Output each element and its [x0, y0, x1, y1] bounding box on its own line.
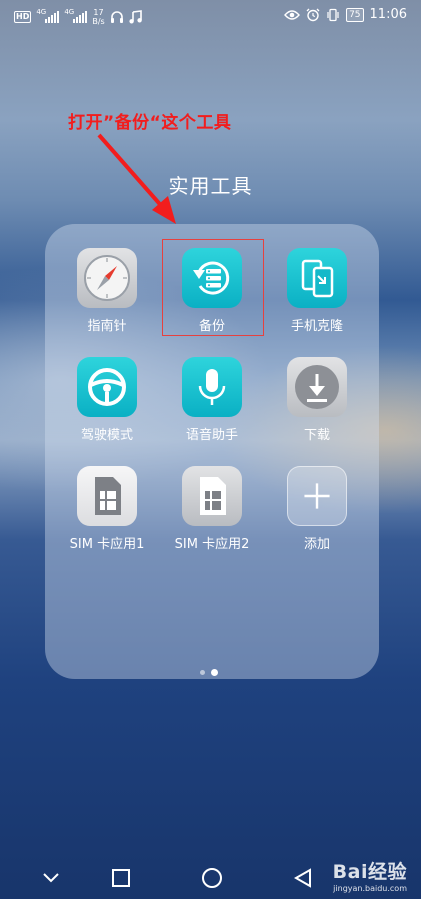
app-label: 手机克隆 — [290, 319, 343, 334]
add-app-button[interactable]: 添加 — [262, 466, 372, 552]
annotation-arrow — [97, 133, 176, 224]
watermark: Bai经验 jingyan.baidu.com — [332, 861, 407, 893]
app-compass[interactable]: 指南针 — [52, 248, 162, 334]
microphone-icon — [182, 357, 242, 417]
app-label: 语音助手 — [185, 428, 238, 443]
folder-title: 实用工具 — [168, 174, 253, 198]
download-icon — [287, 357, 347, 417]
app-label: 下载 — [303, 428, 330, 443]
phone-clone-icon — [287, 248, 347, 308]
compass-icon — [77, 248, 137, 308]
app-driving-mode[interactable]: 驾驶模式 — [52, 357, 162, 443]
sim-card-icon — [182, 466, 242, 526]
page-dot[interactable] — [200, 670, 205, 675]
triangle-left-icon[interactable] — [293, 868, 313, 888]
square-icon[interactable] — [111, 868, 131, 888]
app-label: SIM 卡应用1 — [69, 537, 145, 552]
app-label: 驾驶模式 — [80, 428, 133, 443]
app-voice-assistant[interactable]: 语音助手 — [157, 357, 267, 443]
circle-icon[interactable] — [201, 867, 223, 889]
page-dot-active[interactable] — [211, 669, 218, 676]
steering-wheel-icon — [77, 357, 137, 417]
app-download[interactable]: 下载 — [262, 357, 372, 443]
app-sim-card-1[interactable]: SIM 卡应用1 — [52, 466, 162, 552]
app-label: SIM 卡应用2 — [174, 537, 250, 552]
navigation-bar: Bai经验 jingyan.baidu.com — [0, 852, 421, 899]
app-sim-card-2[interactable]: SIM 卡应用2 — [157, 466, 267, 552]
sim-card-icon — [77, 466, 137, 526]
app-label: 指南针 — [87, 319, 127, 334]
page-indicator — [200, 669, 218, 676]
app-label: 添加 — [303, 537, 330, 552]
highlight-box — [162, 239, 264, 336]
chevron-down-icon[interactable] — [42, 872, 60, 884]
plus-icon — [287, 466, 347, 526]
app-phone-clone[interactable]: 手机克隆 — [262, 248, 372, 334]
